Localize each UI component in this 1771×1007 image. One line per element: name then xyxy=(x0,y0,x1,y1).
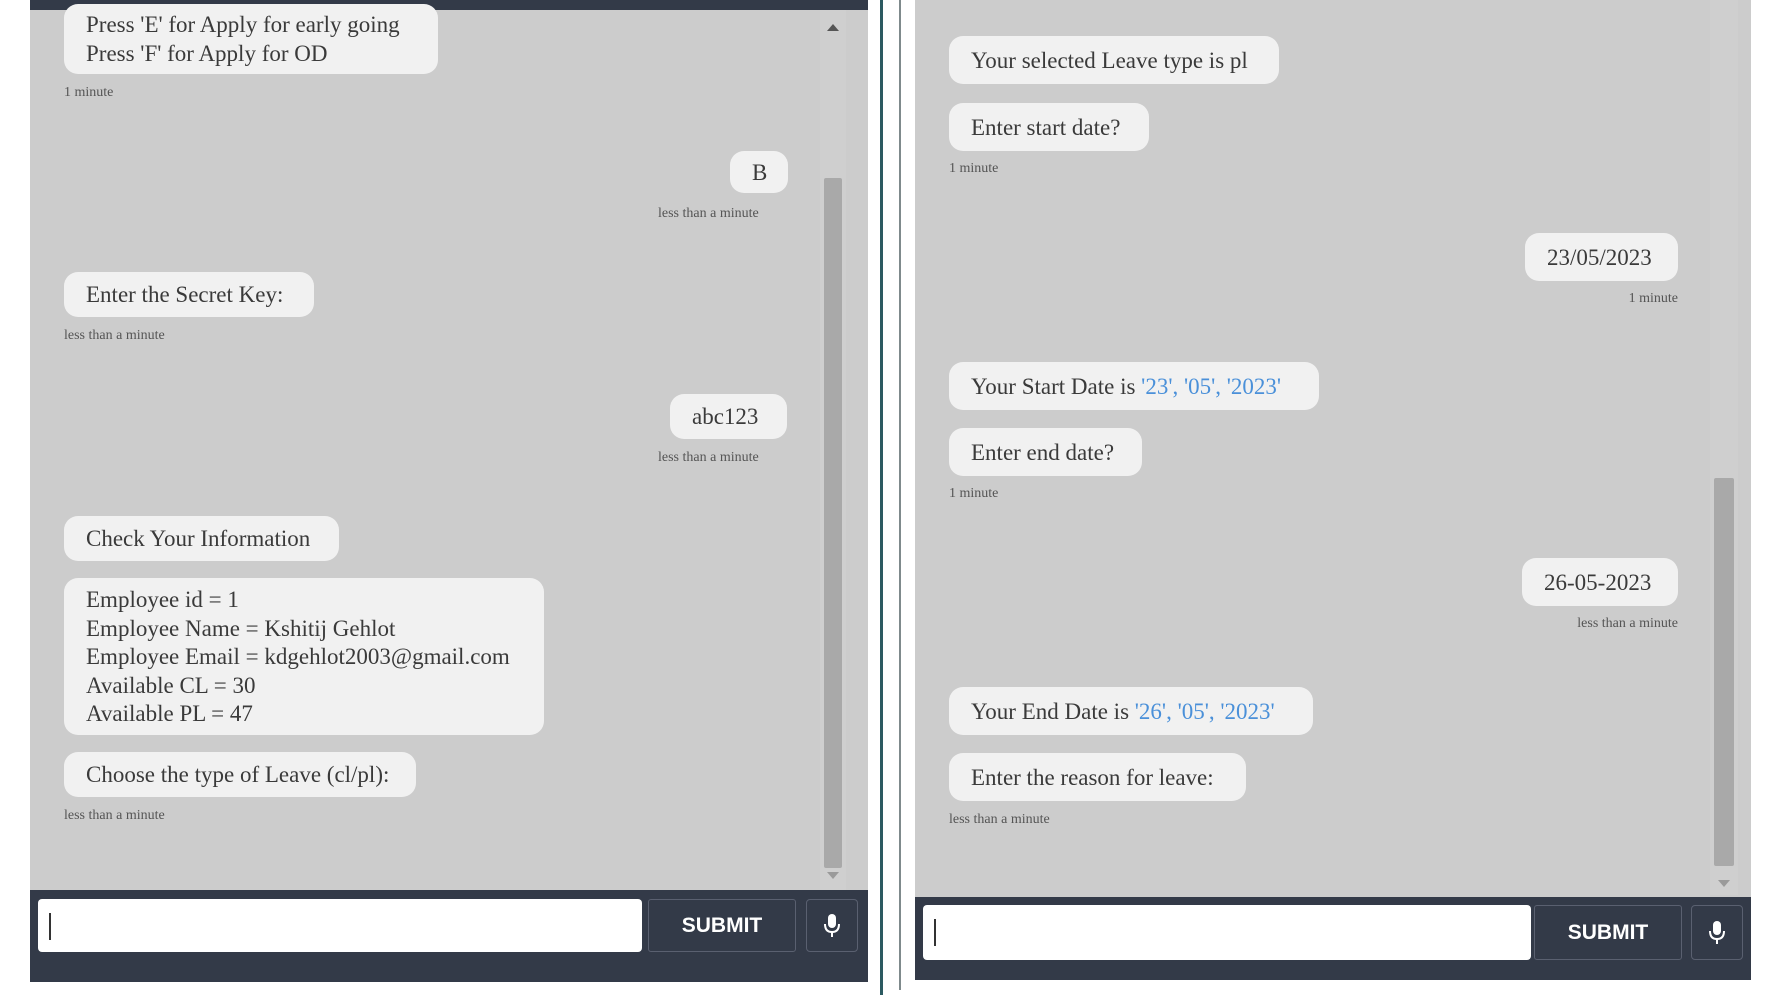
info-line: Employee Name = Kshitij Gehlot xyxy=(86,615,396,641)
info-line: Available PL = 47 xyxy=(86,701,253,726)
message-input[interactable] xyxy=(38,899,642,952)
employee-info-card: Employee id = 1 Employee Name = Kshitij … xyxy=(64,578,544,735)
submit-button[interactable]: SUBMIT xyxy=(1534,905,1682,960)
info-line: Employee Email = kdgehlot2003@gmail.com xyxy=(86,644,510,669)
bot-message: Enter the reason for leave: xyxy=(949,753,1246,801)
message-timestamp: 1 minute xyxy=(64,85,114,100)
panel-divider xyxy=(880,0,883,995)
message-timestamp: less than a minute xyxy=(64,808,165,823)
scrollbar-right[interactable] xyxy=(1710,0,1738,895)
start-date-prefix: Your Start Date is xyxy=(971,374,1142,399)
bot-message-menu: Press 'E' for Apply for early going Pres… xyxy=(64,4,438,74)
message-timestamp: less than a minute xyxy=(658,206,759,221)
bot-message: Enter end date? xyxy=(949,428,1142,476)
message-timestamp: 1 minute xyxy=(1628,291,1678,306)
message-timestamp: less than a minute xyxy=(64,328,165,343)
info-line: Available CL = 30 xyxy=(86,672,256,698)
user-message: 23/05/2023 xyxy=(1525,233,1678,281)
bot-message-end-date: Your End Date is '26', '05', '2023' xyxy=(949,687,1313,735)
menu-line: Press 'F' for Apply for OD xyxy=(86,41,328,66)
text-caret xyxy=(934,919,936,946)
chat-messages-left: Press 'E' for Apply for early going Pres… xyxy=(30,0,830,905)
menu-line: Press 'E' for Apply for early going xyxy=(86,12,400,37)
chat-window-right: Your selected Leave type is pl Enter sta… xyxy=(915,0,1751,980)
end-date-prefix: Your End Date is xyxy=(971,699,1135,724)
chevron-up-icon[interactable] xyxy=(827,24,839,31)
message-timestamp: less than a minute xyxy=(658,450,759,465)
bot-message: Your selected Leave type is pl xyxy=(949,36,1279,84)
chat-window-left: Press 'E' for Apply for early going Pres… xyxy=(30,0,868,982)
bot-message: Check Your Information xyxy=(64,516,339,561)
message-timestamp: less than a minute xyxy=(1577,616,1678,631)
user-message: B xyxy=(730,151,788,193)
submit-button[interactable]: SUBMIT xyxy=(648,899,796,952)
input-bar-right: SUBMIT xyxy=(915,897,1751,980)
chevron-down-icon[interactable] xyxy=(827,872,839,879)
text-caret xyxy=(49,913,51,940)
bot-message: Choose the type of Leave (cl/pl): xyxy=(64,752,416,797)
chat-messages-right: Your selected Leave type is pl Enter sta… xyxy=(915,0,1715,905)
message-timestamp: 1 minute xyxy=(949,161,999,176)
mic-button[interactable] xyxy=(806,899,858,952)
chevron-down-icon[interactable] xyxy=(1718,880,1730,887)
end-date-value: '26', '05', '2023' xyxy=(1134,699,1275,724)
mic-button[interactable] xyxy=(1691,905,1743,960)
bot-message: Enter the Secret Key: xyxy=(64,272,314,317)
user-message: abc123 xyxy=(670,394,787,439)
scrollbar-left[interactable] xyxy=(820,10,846,890)
scrollbar-thumb[interactable] xyxy=(824,178,842,868)
bot-message: Enter start date? xyxy=(949,103,1149,151)
message-timestamp: 1 minute xyxy=(949,486,999,501)
bot-message-start-date: Your Start Date is '23', '05', '2023' xyxy=(949,362,1319,410)
microphone-icon xyxy=(824,913,840,937)
scrollbar-thumb[interactable] xyxy=(1714,478,1734,866)
message-input[interactable] xyxy=(923,905,1531,960)
info-line: Employee id = 1 xyxy=(86,587,239,612)
start-date-value: '23', '05', '2023' xyxy=(1141,374,1282,399)
input-bar-left: SUBMIT xyxy=(30,890,868,982)
microphone-icon xyxy=(1709,920,1725,944)
panel-divider xyxy=(899,0,901,990)
user-message: 26-05-2023 xyxy=(1522,558,1678,606)
message-timestamp: less than a minute xyxy=(949,812,1050,827)
